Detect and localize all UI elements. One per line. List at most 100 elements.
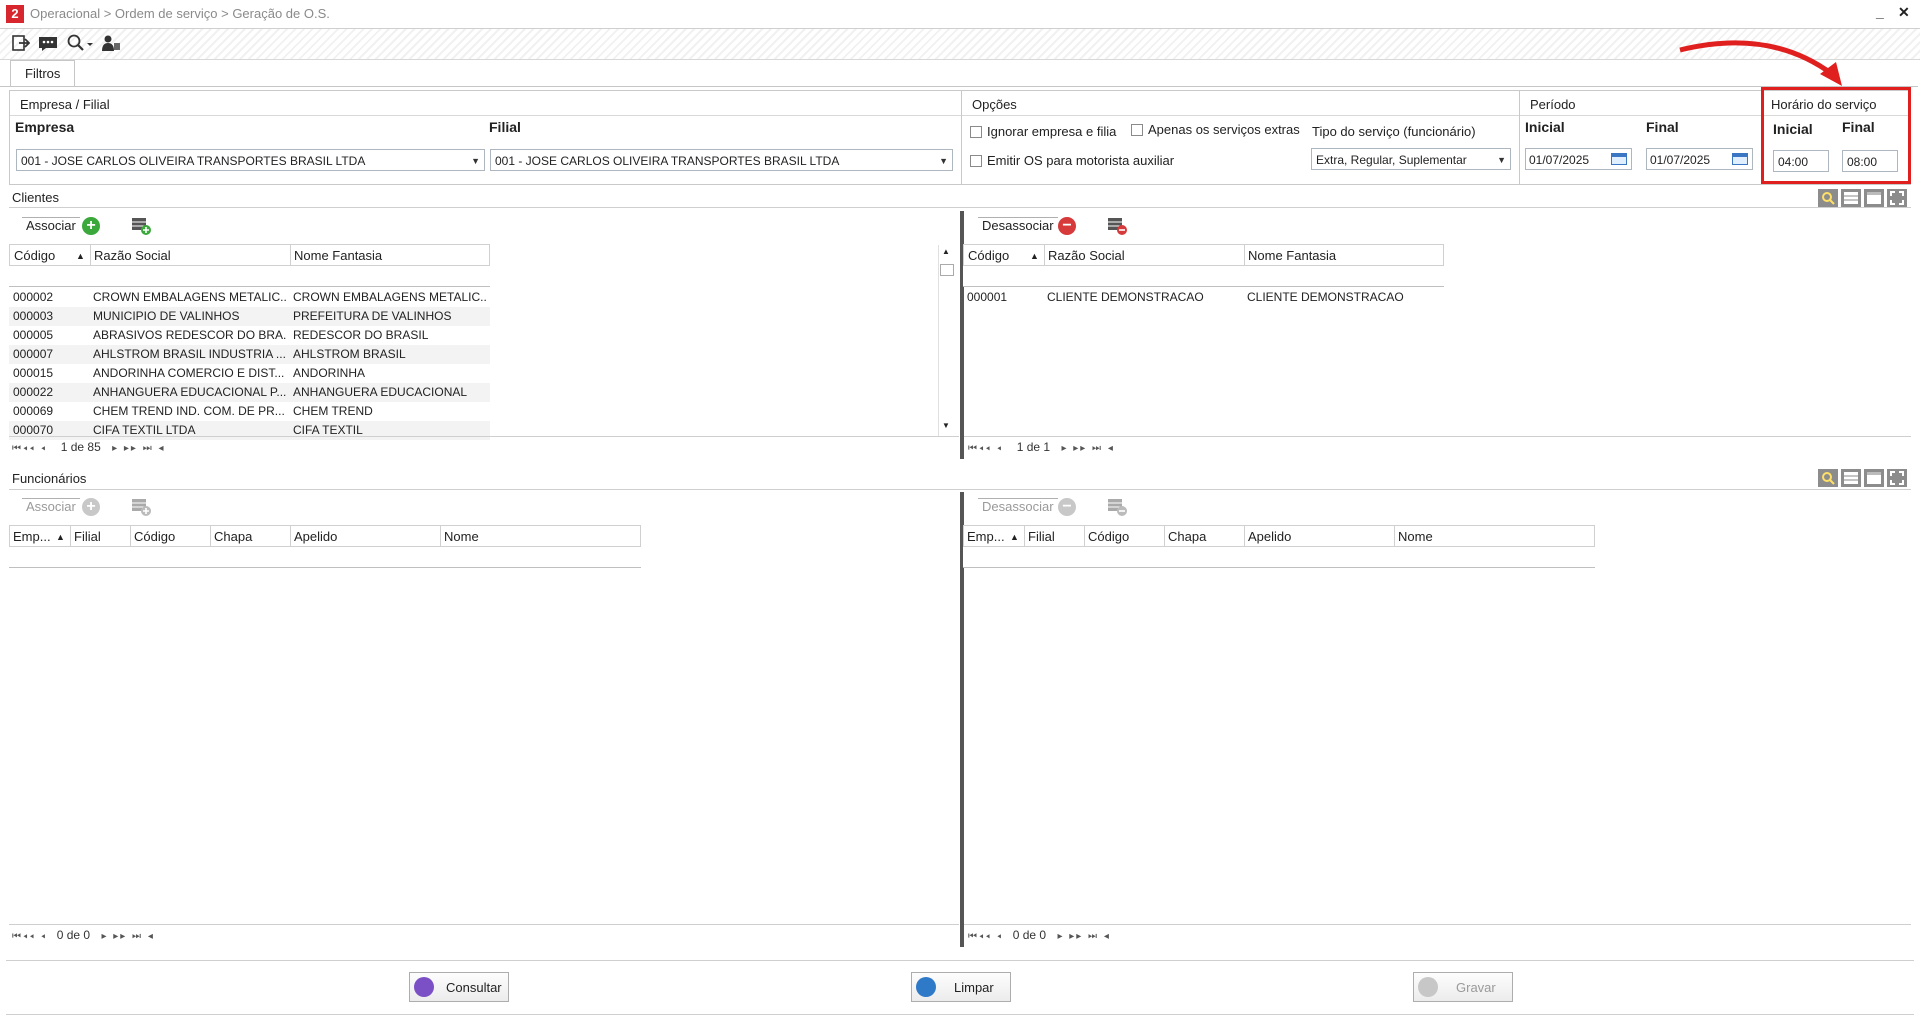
col-nome-fantasia[interactable]: Nome Fantasia <box>294 248 382 263</box>
col-razao-social[interactable]: Razão Social <box>1048 248 1125 263</box>
associar-clientes-button[interactable]: Associar <box>22 217 80 233</box>
remove-list-icon[interactable] <box>1107 498 1127 519</box>
table-row[interactable]: 000001 CLIENTE DEMONSTRACAO CLIENTE DEMONS… <box>963 288 1444 307</box>
filial-select[interactable]: 001 - JOSE CARLOS OLIVEIRA TRANSPORTES B… <box>490 149 953 171</box>
horario-inicial-input[interactable]: 04:00 <box>1773 150 1829 172</box>
scroll-down-icon[interactable]: ▼ <box>942 421 950 430</box>
form-view-icon[interactable] <box>1864 469 1884 487</box>
ignorar-empresa-checkbox[interactable] <box>970 126 982 138</box>
col-apelido[interactable]: Apelido <box>1248 529 1291 544</box>
col-razao-social[interactable]: Razão Social <box>94 248 171 263</box>
funcionarios-left-pager[interactable]: ⏮◂◂ ◂ 0 de 0 ▸ ▸▸ ⏭ ◂ <box>12 928 155 942</box>
pager-first-icon[interactable]: ⏮◂◂ ◂ <box>12 931 47 942</box>
periodo-inicial-input[interactable]: 01/07/2025 <box>1525 148 1632 170</box>
desassociar-clientes-button[interactable]: Desassociar <box>978 217 1058 233</box>
exit-icon[interactable] <box>10 33 32 53</box>
add-list-icon[interactable] <box>131 498 151 519</box>
table-row[interactable]: 000003 MUNICIPIO DE VALINHOS PREFEITURA DE… <box>9 307 490 326</box>
remove-list-icon[interactable] <box>1107 217 1127 238</box>
desassociar-funcionarios-button[interactable]: Desassociar <box>978 498 1058 514</box>
table-row[interactable]: 000005 ABRASIVOS REDESCOR DO BRA... REDESC… <box>9 326 490 345</box>
col-chapa[interactable]: Chapa <box>214 529 252 544</box>
pager-next-icon[interactable]: ▸ ▸▸ ⏭ ◂ <box>112 443 165 454</box>
calendar-icon[interactable] <box>1732 153 1748 165</box>
col-filial[interactable]: Filial <box>74 529 101 544</box>
grid-view-icon[interactable] <box>1841 189 1861 207</box>
periodo-title: Período <box>1530 97 1576 112</box>
associar-label: Associar <box>22 217 80 233</box>
filter-row[interactable] <box>963 266 1444 287</box>
table-row[interactable]: 000007 AHLSTROM BRASIL INDUSTRIA ... AHLST… <box>9 345 490 364</box>
form-view-icon[interactable] <box>1864 189 1884 207</box>
pager-next-icon[interactable]: ▸ ▸▸ ⏭ ◂ <box>101 931 154 942</box>
close-button[interactable]: ✕ <box>1898 4 1910 21</box>
scroll-up-icon[interactable]: ▲ <box>942 247 950 256</box>
pager-next-icon[interactable]: ▸ ▸▸ ⏭ ◂ <box>1061 443 1114 454</box>
table-cell: AHLSTROM BRASIL <box>293 347 406 361</box>
table-row[interactable]: 000069 CHEM TREND IND. COM. DE PR... CHEM … <box>9 402 490 421</box>
expand-icon[interactable] <box>1887 189 1907 207</box>
col-apelido[interactable]: Apelido <box>294 529 337 544</box>
table-cell: REDESCOR DO BRASIL <box>293 328 429 342</box>
col-nome[interactable]: Nome <box>1398 529 1433 544</box>
empresa-label: Empresa <box>15 119 75 135</box>
col-codigo[interactable]: Código <box>134 529 175 544</box>
table-row[interactable]: 000022 ANHANGUERA EDUCACIONAL P... ANHANGU… <box>9 383 490 402</box>
user-icon[interactable] <box>100 33 122 53</box>
limpar-button[interactable]: Limpar <box>911 972 1011 1002</box>
table-cell: 000003 <box>13 309 54 323</box>
pager-first-icon[interactable]: ⏮◂◂ ◂ <box>968 931 1003 942</box>
col-filial[interactable]: Filial <box>1028 529 1055 544</box>
apenas-extras-checkbox[interactable] <box>1131 124 1143 136</box>
col-emp[interactable]: Emp... <box>967 529 1005 544</box>
calendar-icon[interactable] <box>1611 153 1627 165</box>
table-cell: CIFA TEXTIL <box>293 423 363 437</box>
empresa-select[interactable]: 001 - JOSE CARLOS OLIVEIRA TRANSPORTES B… <box>16 149 485 171</box>
col-nome-fantasia[interactable]: Nome Fantasia <box>1248 248 1336 263</box>
remove-icon[interactable]: − <box>1058 217 1076 235</box>
associar-funcionarios-button[interactable]: Associar <box>22 498 80 514</box>
horario-final-input[interactable]: 08:00 <box>1842 150 1898 172</box>
scroll-thumb[interactable] <box>940 264 954 276</box>
remove-icon[interactable]: − <box>1058 498 1076 516</box>
pager-first-icon[interactable]: ⏮◂◂ ◂ <box>968 443 1003 454</box>
gravar-button[interactable]: Gravar <box>1413 972 1513 1002</box>
col-codigo[interactable]: Código <box>968 248 1009 263</box>
consultar-button[interactable]: Consultar <box>409 972 509 1002</box>
search-dropdown-icon[interactable] <box>65 33 95 53</box>
message-icon[interactable] <box>37 33 59 53</box>
tipo-servico-select[interactable]: Extra, Regular, Suplementar ▼ <box>1311 148 1511 170</box>
pager-first-icon[interactable]: ⏮◂◂ ◂ <box>12 443 47 454</box>
col-chapa[interactable]: Chapa <box>1168 529 1206 544</box>
periodo-final-input[interactable]: 01/07/2025 <box>1646 148 1753 170</box>
clientes-scrollbar[interactable]: ▲ ▼ <box>938 245 955 436</box>
col-emp[interactable]: Emp... <box>13 529 51 544</box>
table-cell: 000070 <box>13 423 54 437</box>
add-list-icon[interactable] <box>131 217 151 238</box>
expand-icon[interactable] <box>1887 469 1907 487</box>
filter-row[interactable] <box>9 547 641 568</box>
sort-asc-icon: ▲ <box>56 532 65 542</box>
search-icon[interactable] <box>1818 189 1838 207</box>
col-nome[interactable]: Nome <box>444 529 479 544</box>
search-icon[interactable] <box>1818 469 1838 487</box>
consultar-label: Consultar <box>446 980 502 995</box>
pager-next-icon[interactable]: ▸ ▸▸ ⏭ ◂ <box>1057 931 1110 942</box>
col-codigo[interactable]: Código <box>14 248 55 263</box>
gravar-label: Gravar <box>1456 980 1496 995</box>
grid-view-icon[interactable] <box>1841 469 1861 487</box>
add-icon[interactable]: + <box>82 217 100 235</box>
filter-row[interactable] <box>9 266 490 287</box>
tab-filtros[interactable]: Filtros <box>10 60 76 87</box>
funcionarios-right-pager[interactable]: ⏮◂◂ ◂ 0 de 0 ▸ ▸▸ ⏭ ◂ <box>968 928 1111 942</box>
clientes-right-pager[interactable]: ⏮◂◂ ◂ 1 de 1 ▸ ▸▸ ⏭ ◂ <box>968 440 1115 454</box>
emitir-os-checkbox[interactable] <box>970 155 982 167</box>
col-codigo[interactable]: Código <box>1088 529 1129 544</box>
filter-row[interactable] <box>963 547 1595 568</box>
table-row[interactable]: 000070 CIFA TEXTIL LTDA CIFA TEXTIL <box>9 421 490 440</box>
table-row[interactable]: 000002 CROWN EMBALAGENS METALIC... CROWN E… <box>9 288 490 307</box>
clientes-left-pager[interactable]: ⏮◂◂ ◂ 1 de 85 ▸ ▸▸ ⏭ ◂ <box>12 440 166 454</box>
table-row[interactable]: 000015 ANDORINHA COMERCIO E DIST... ANDORI… <box>9 364 490 383</box>
minimize-button[interactable]: _ <box>1876 4 1884 20</box>
add-icon[interactable]: + <box>82 498 100 516</box>
